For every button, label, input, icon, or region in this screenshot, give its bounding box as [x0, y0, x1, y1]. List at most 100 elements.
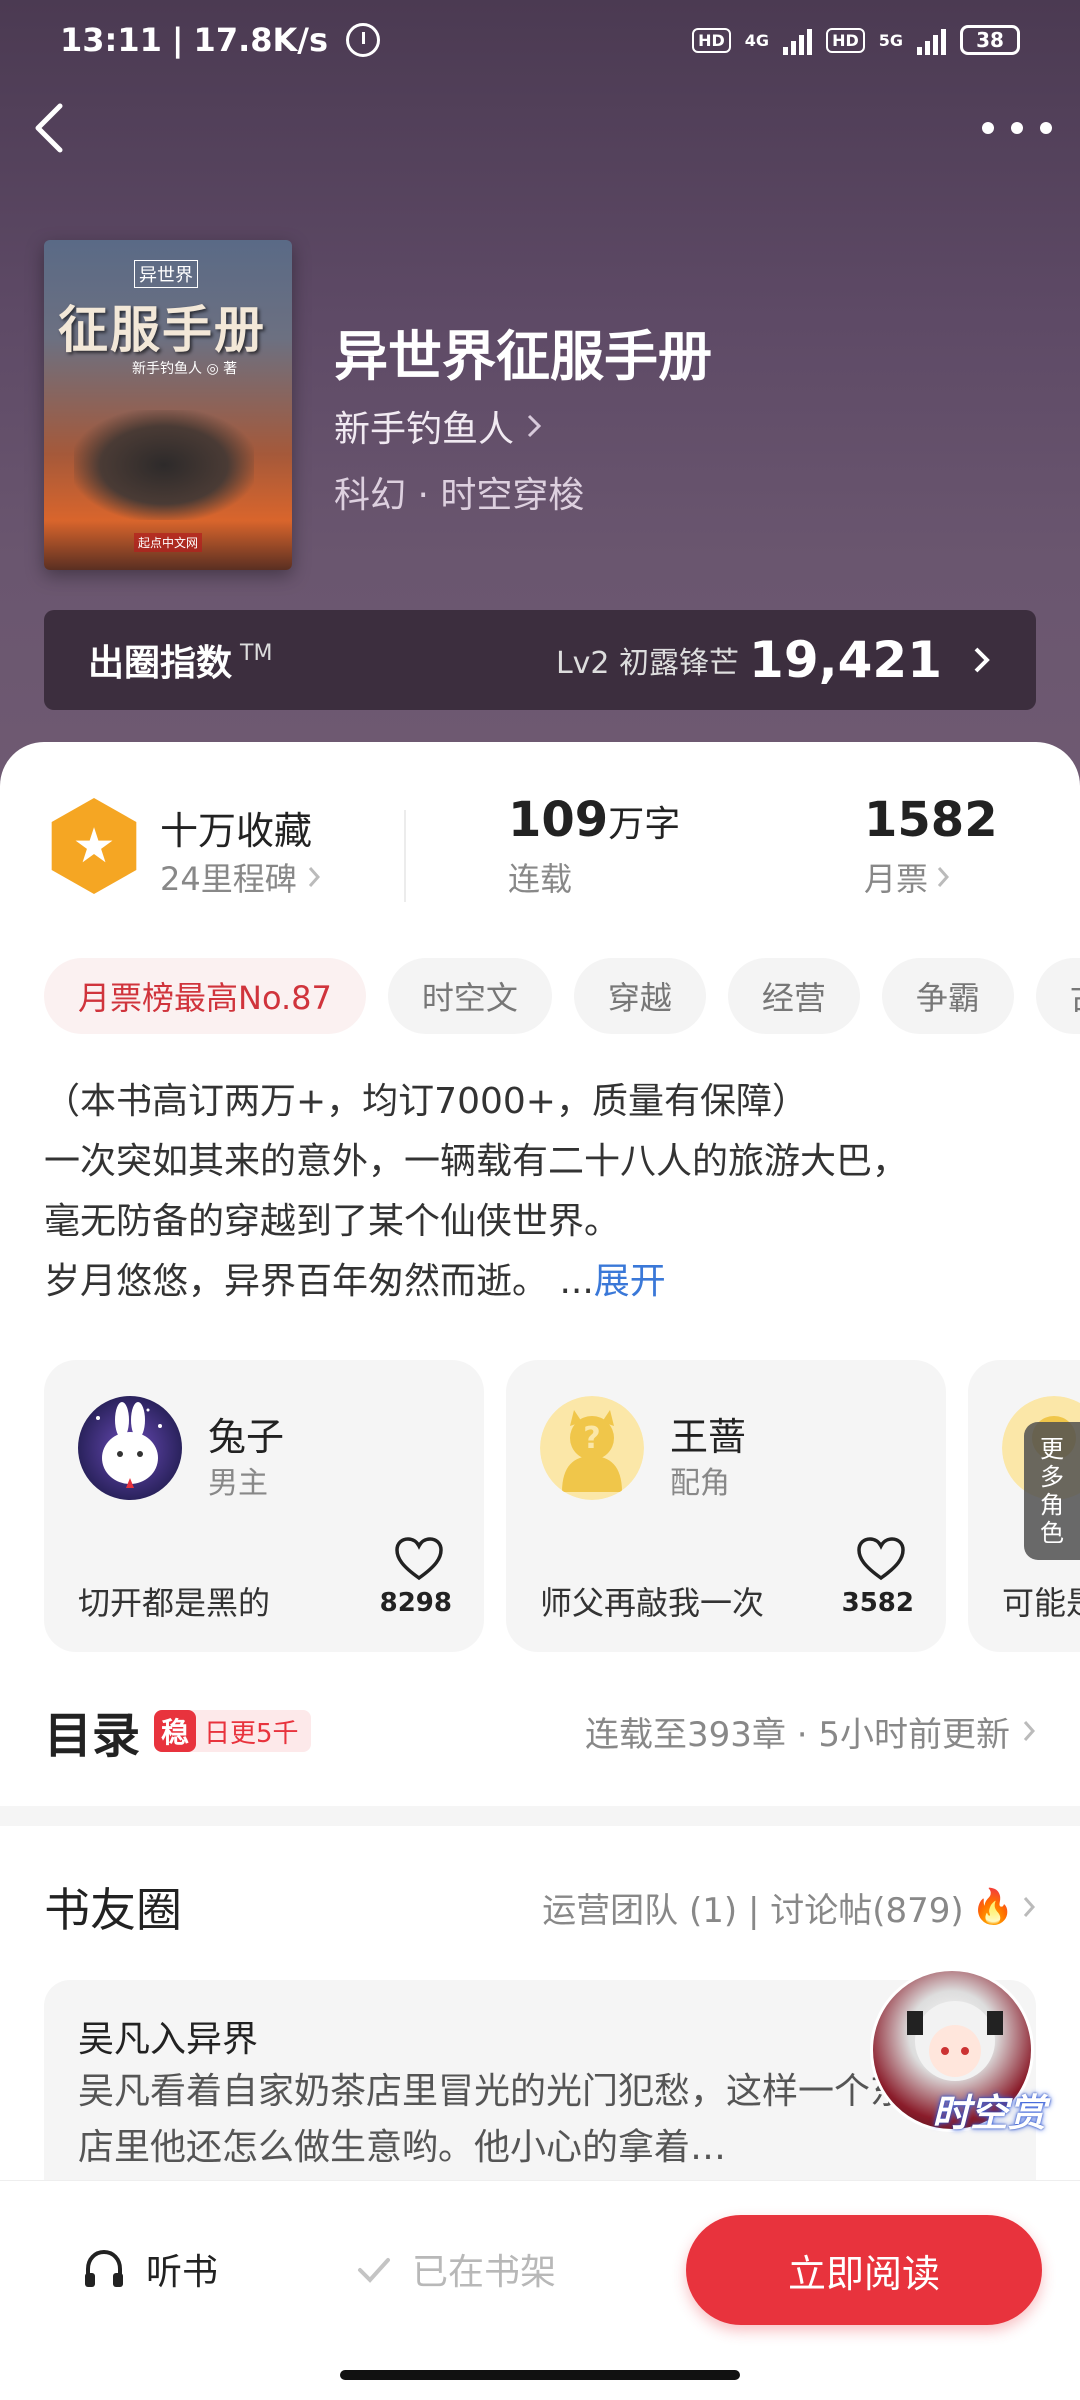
hd-icon-2: HD	[826, 27, 865, 53]
book-cover[interactable]: 异世界 征服手册 新手钓鱼人 ◎ 著 起点中文网	[44, 240, 292, 570]
tag-item[interactable]: 古	[1035, 958, 1080, 1034]
role-type: 男主	[208, 1466, 268, 1501]
rabbit-avatar-icon	[78, 1396, 182, 1500]
description-line: 一次突如其来的意外，一辆载有二十八人的旅游大巴，	[44, 1141, 909, 1182]
description-line: （本书高订两万+，均订7000+，质量有保障）	[44, 1081, 808, 1122]
stats-row: ★ 十万收藏 24里程碑 109万字 连载 1582 月票	[0, 792, 1080, 912]
bottom-action-bar: 听书 已在书架 立即阅读	[0, 2180, 1080, 2400]
unknown-avatar-icon: ?	[540, 1396, 644, 1500]
more-roles-button[interactable]: 更 多 角 色	[1024, 1422, 1080, 1560]
collection-badge-icon: ★	[51, 798, 137, 894]
book-circle-info: 运营团队 (1) | 讨论帖(879)	[542, 1890, 964, 1931]
tag-item[interactable]: 穿越	[573, 958, 706, 1034]
catalog-row[interactable]: 目录 稳 日更5千 连载至393章 · 5小时前更新	[44, 1696, 1036, 1766]
role-type: 配角	[670, 1466, 730, 1501]
chevron-right-icon	[974, 647, 990, 673]
role-avatar: ?	[540, 1396, 644, 1500]
role-likes: 8298	[379, 1588, 452, 1618]
role-list: 兔子 男主 切开都是黑的 8298 ? 王蔷 配角 师父再敲我一次 3582 可…	[44, 1360, 1080, 1654]
role-likes: 3582	[841, 1588, 914, 1618]
heart-icon[interactable]	[394, 1536, 444, 1582]
cover-author: 新手钓鱼人 ◎ 著	[132, 361, 238, 377]
on-shelf-button[interactable]: 已在书架	[354, 2243, 556, 2295]
tag-ranking[interactable]: 月票榜最高No.87	[44, 958, 366, 1034]
circle-index-level: Lv2 初露锋芒	[555, 646, 740, 681]
listen-label: 听书	[146, 2252, 219, 2293]
post-title: 吴凡入异界	[78, 2019, 259, 2060]
network-type-2: 5G	[878, 30, 903, 50]
signal-icon-2	[917, 25, 946, 55]
description-line: 毫无防备的穿越到了某个仙侠世界。	[44, 1201, 621, 1242]
tag-item[interactable]: 时空文	[387, 958, 552, 1034]
signal-icon	[783, 25, 813, 55]
hd-icon: HD	[692, 27, 731, 53]
check-icon	[358, 2258, 390, 2283]
alarm-icon	[346, 23, 381, 57]
status-time: 13:11	[60, 21, 162, 59]
read-now-button[interactable]: 立即阅读	[686, 2215, 1042, 2325]
more-options-icon[interactable]	[982, 108, 1052, 148]
battery-icon: 38	[960, 25, 1020, 55]
role-quote: 可能是	[1002, 1584, 1080, 1622]
monthly-ticket-count: 1582	[864, 792, 998, 848]
chevron-right-icon	[1023, 1721, 1036, 1741]
network-type-1: 4G	[744, 30, 770, 50]
cover-illustration	[74, 410, 254, 520]
stable-icon: 稳	[154, 1710, 197, 1752]
chevron-right-icon	[937, 867, 950, 887]
book-circle-header[interactable]: 书友圈 运营团队 (1) | 讨论帖(879) 🔥	[44, 1872, 1036, 1942]
floating-event-label: 时空赏	[931, 2091, 1046, 2135]
book-description[interactable]: （本书高订两万+，均订7000+，质量有保障） 一次突如其来的意外，一辆载有二十…	[44, 1072, 1044, 1312]
cover-series: 异世界	[134, 260, 198, 288]
book-genre: 科幻 · 时空穿梭	[334, 475, 585, 516]
monthly-ticket-link[interactable]: 月票	[864, 854, 950, 900]
description-line: 岁月悠悠，异界百年匆然而逝。 ...	[44, 1261, 594, 1302]
headphones-icon	[85, 2249, 123, 2287]
role-card[interactable]: ? 王蔷 配角 师父再敲我一次 3582	[506, 1360, 946, 1652]
chevron-right-icon	[1023, 1897, 1036, 1917]
circle-index-score: 19,421	[749, 631, 942, 689]
update-badge: 稳 日更5千	[154, 1710, 311, 1752]
chevron-right-icon	[308, 867, 320, 887]
tag-list: 月票榜最高No.87 时空文 穿越 经营 争霸 古	[44, 958, 1080, 1038]
role-avatar	[78, 1396, 182, 1500]
home-indicator[interactable]	[340, 2370, 740, 2380]
role-name: 王蔷	[670, 1415, 747, 1459]
network-speed: 17.8K/s	[193, 21, 329, 59]
cover-title: 征服手册	[58, 300, 266, 359]
word-count: 109万字	[508, 792, 681, 848]
back-arrow-icon[interactable]	[28, 98, 72, 158]
tag-item[interactable]: 争霸	[881, 958, 1014, 1034]
chevron-right-icon	[527, 414, 542, 438]
cover-publisher: 起点中文网	[134, 533, 203, 552]
role-name: 兔子	[208, 1415, 285, 1459]
author-link[interactable]: 新手钓鱼人	[334, 400, 542, 452]
circle-index-label: 出圈指数	[88, 643, 233, 684]
section-divider	[0, 1806, 1080, 1826]
heart-icon[interactable]	[856, 1536, 906, 1582]
divider	[404, 810, 406, 902]
post-body: 吴凡看着自家奶茶店里冒光的光门犯愁，这样一个东西在店里他还怎么做生意哟。他小心的…	[78, 2071, 979, 2168]
flame-icon: 🔥	[971, 1887, 1014, 1927]
update-badge-text: 日更5千	[204, 1718, 299, 1749]
circle-index-bar[interactable]: 出圈指数 TM Lv2 初露锋芒 19,421	[44, 610, 1036, 710]
catalog-title: 目录	[44, 1708, 141, 1764]
trademark: TM	[240, 640, 273, 666]
catalog-info: 连载至393章 · 5小时前更新	[585, 1714, 1010, 1755]
content-panel: ★ 十万收藏 24里程碑 109万字 连载 1582 月票 月票榜最高No.87…	[0, 742, 1080, 2400]
serial-status: 连载	[508, 860, 573, 898]
on-shelf-label: 已在书架	[412, 2252, 557, 2293]
collection-milestone: 十万收藏	[160, 809, 313, 853]
milestone-link[interactable]: 24里程碑	[160, 854, 321, 900]
role-quote: 切开都是黑的	[78, 1584, 271, 1622]
author-name: 新手钓鱼人	[334, 409, 515, 450]
listen-button[interactable]: 听书	[80, 2243, 218, 2295]
tag-item[interactable]: 经营	[727, 958, 860, 1034]
svg-text:?: ?	[583, 1421, 600, 1456]
book-title: 异世界征服手册	[334, 325, 712, 388]
book-circle-title: 书友圈	[44, 1883, 182, 1937]
expand-link[interactable]: 展开	[594, 1261, 666, 1302]
role-card[interactable]: 兔子 男主 切开都是黑的 8298	[44, 1360, 484, 1652]
status-bar: 13:11 | 17.8K/s HD 4G HD 5G 38	[0, 0, 1080, 80]
role-quote: 师父再敲我一次	[540, 1584, 765, 1622]
